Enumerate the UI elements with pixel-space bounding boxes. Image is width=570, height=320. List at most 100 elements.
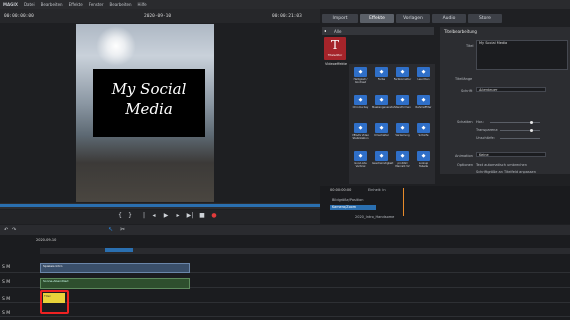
step-back-icon[interactable]: ◂ — [150, 211, 158, 220]
effect-frame-filter[interactable]: ◆ Rahmeffilter — [414, 95, 433, 112]
color-correction-icon: ◆ — [396, 67, 409, 77]
option-wrap-checkbox[interactable]: Text automatisch umbrechen — [476, 163, 527, 167]
next-marker-icon[interactable]: ▶| — [186, 211, 194, 220]
tab-effekte[interactable]: Effekte — [360, 14, 394, 23]
title-input[interactable]: My Social Media — [476, 40, 568, 70]
effect-label: Verzerrung — [395, 133, 410, 137]
track-4: S M — [0, 305, 570, 317]
effect-sharpness[interactable]: ◆ Schärfe — [414, 123, 433, 140]
title-text-line2: Media — [125, 100, 173, 118]
step-forward-icon[interactable]: ▸ — [174, 211, 182, 220]
effect-glow[interactable]: ◆ Leuchten — [414, 67, 433, 84]
undo-icon[interactable]: ↶ — [4, 227, 8, 233]
mask-icon: ◆ — [375, 95, 388, 105]
pointer-tool-icon[interactable]: ↖ — [108, 226, 113, 233]
track-2-label[interactable]: S M — [2, 280, 10, 285]
menu-hilfe[interactable]: Hilfe — [138, 2, 147, 7]
props-header: Titelbearbeitung — [444, 29, 477, 34]
keyframe-row-position: Bildgröße/Position — [332, 198, 364, 202]
effect-speed[interactable]: ◆ Geschwindigkeit — [372, 151, 394, 168]
audio-clip[interactable]: Sonne-Abendlied — [40, 278, 190, 289]
effect-label: Helligkeit / Kontrast — [353, 77, 368, 84]
keyframe-playhead[interactable] — [403, 188, 404, 216]
stabilization-icon: ◆ — [354, 123, 367, 133]
effect-label: Rahmeffilter — [415, 105, 432, 109]
play-icon[interactable]: ▶ — [162, 211, 170, 220]
menu-effekte[interactable]: Effekte — [69, 2, 83, 7]
video-clip-name: Spieleis Intro — [43, 263, 63, 268]
animation-select[interactable]: Keine — [476, 152, 546, 157]
glow-icon: ◆ — [417, 67, 430, 77]
title-text-line1: My Social — [111, 80, 187, 98]
tab-import[interactable]: Import — [322, 14, 358, 23]
option-fit-checkbox[interactable]: Schriftgröße an Titelfeld anpassen — [476, 170, 536, 174]
timeline-date: 2020-09-10 — [36, 238, 57, 242]
effect-distortion[interactable]: ◆ Verzerrung — [393, 123, 412, 140]
playback-controls — [0, 210, 320, 224]
effect-label: Lookup Tabelle — [418, 161, 429, 168]
menu-datei[interactable]: Datei — [24, 2, 35, 7]
prev-marker-icon[interactable]: | — [140, 211, 148, 220]
track-4-label[interactable]: S M — [2, 311, 10, 316]
options-label: Optionen — [457, 163, 474, 167]
category-all[interactable]: Alle — [334, 29, 341, 34]
textlength-label: Titellänge — [455, 77, 473, 81]
effect-mask[interactable]: ◆ Maskengenerator — [372, 95, 395, 112]
effect-shapes[interactable]: ◆ Stanzformen — [393, 95, 412, 112]
track-1-label[interactable]: S M — [2, 265, 10, 270]
effect-label: Farbe — [377, 77, 386, 81]
cut-tool-icon[interactable]: ✂ — [120, 226, 125, 233]
transparency-slider[interactable] — [500, 130, 540, 131]
record-icon[interactable]: ● — [210, 211, 218, 220]
blur-slider[interactable] — [500, 138, 540, 139]
back-arrow-icon[interactable]: ◂ — [324, 28, 326, 33]
effect-switch[interactable]: ◆ Umschalter — [372, 123, 391, 140]
effect-brightness[interactable]: ◆ Helligkeit / Kontrast — [351, 67, 370, 84]
speed-icon: ◆ — [375, 151, 388, 161]
menu-fenster[interactable]: Fenster — [89, 2, 104, 7]
chroma-key-icon: ◆ — [354, 95, 367, 105]
title-text: My Social Media — [93, 79, 205, 119]
effect-mercalli[interactable]: ◆ proDAD Mercalli V2 — [393, 151, 412, 168]
horiz-label: Hor.: — [476, 120, 485, 124]
menu-bar: MAGIX Datei Bearbeiten Effekte Fenster B… — [0, 0, 570, 9]
effect-label: Maskengenerator — [372, 105, 395, 109]
lut-icon: ◆ — [417, 151, 430, 161]
preview-topbar: 00:00:00:00 2020-09-10 00:00:21:03 — [0, 9, 320, 23]
title-t-icon: T — [330, 38, 339, 52]
seek-progress — [0, 204, 320, 207]
effect-color-correction[interactable]: ◆ Farbkorrektur — [393, 67, 412, 84]
highlight-box — [40, 290, 69, 314]
effect-vertical[interactable]: ◆ Good-Lite Vertical — [351, 151, 370, 168]
keyframe-row-camera[interactable]: Kamera/Zoom — [330, 205, 376, 210]
effect-label: Farbkorrektur — [393, 77, 412, 81]
tab-vorlagen[interactable]: Vorlagen — [396, 14, 430, 23]
mark-out-icon[interactable]: } — [126, 211, 134, 220]
effect-lut[interactable]: ◆ Lookup Tabelle — [414, 151, 433, 168]
horiz-slider-knob[interactable] — [530, 120, 533, 124]
menu-bearbeiten-2[interactable]: Bearbeiten — [110, 2, 132, 7]
track-3-label[interactable]: S M — [2, 297, 10, 302]
menu-bearbeiten[interactable]: Bearbeiten — [41, 2, 63, 7]
tab-store[interactable]: Store — [468, 14, 502, 23]
tab-audio[interactable]: Audio — [432, 14, 466, 23]
titeleditor-category[interactable]: T Titeleditor — [324, 37, 346, 60]
effect-color[interactable]: ◆ Farbe — [372, 67, 391, 84]
stop-icon[interactable]: ■ — [198, 211, 206, 220]
effect-label: proDAD Mercalli V2 — [395, 161, 410, 168]
title-label: Titel — [466, 44, 474, 48]
effect-chroma-key[interactable]: ◆ Chroma Key — [351, 95, 370, 112]
font-select[interactable]: Abenteuer — [476, 87, 546, 92]
effect-label: VEGAS Video Stabilization — [352, 133, 369, 140]
animation-label: Animation — [455, 154, 473, 158]
video-preview[interactable]: My Social Media — [76, 24, 214, 202]
redo-icon[interactable]: ↷ — [12, 227, 16, 233]
mark-in-icon[interactable]: { — [116, 211, 124, 220]
keyframe-time: 00:00:00:00 — [330, 188, 352, 192]
title-box[interactable]: My Social Media — [93, 69, 205, 137]
video-clip[interactable]: Spieleis Intro — [40, 263, 190, 273]
transparency-label: Transparenz: — [476, 128, 499, 132]
effect-stabilization[interactable]: ◆ VEGAS Video Stabilization — [351, 123, 370, 140]
effect-label: Geschwindigkeit — [372, 161, 394, 165]
transparency-slider-knob[interactable] — [530, 128, 533, 132]
